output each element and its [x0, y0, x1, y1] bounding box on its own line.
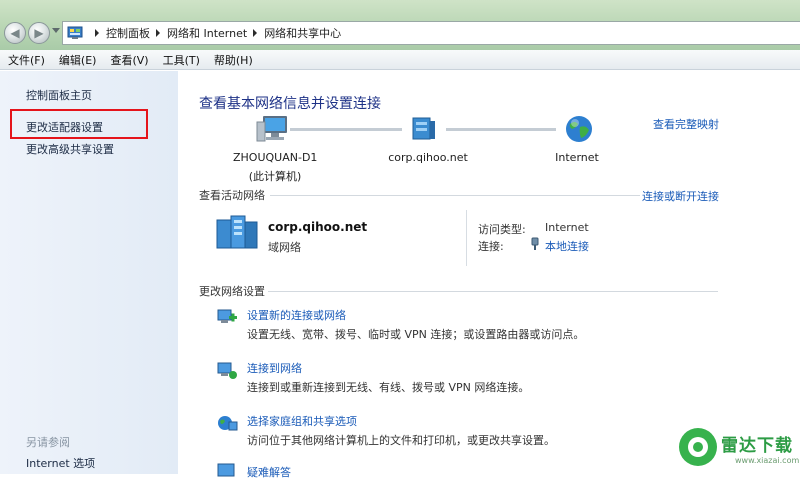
- breadcrumb-separator[interactable]: [156, 29, 160, 37]
- back-button[interactable]: ◀: [4, 22, 26, 44]
- network-icon[interactable]: [410, 115, 438, 143]
- breadcrumb-network-internet[interactable]: 网络和 Internet: [167, 25, 247, 41]
- divider: [268, 291, 718, 292]
- breadcrumb-separator[interactable]: [253, 29, 258, 37]
- menu-bar: 文件(F) 编辑(E) 查看(V) 工具(T) 帮助(H): [0, 50, 800, 70]
- breadcrumb-separator[interactable]: [95, 29, 99, 37]
- network-link-line: [290, 128, 402, 131]
- active-networks-heading: 查看活动网络: [199, 189, 265, 202]
- sidebar-item-control-panel-home[interactable]: 控制面板主页: [26, 87, 92, 103]
- menu-help[interactable]: 帮助(H): [214, 52, 253, 68]
- domain-network-icon: [216, 215, 258, 249]
- ethernet-icon: [531, 237, 539, 250]
- local-connection-link[interactable]: 本地连接: [545, 238, 589, 254]
- divider: [466, 210, 467, 266]
- watermark-name: 雷达下载: [721, 436, 793, 456]
- node-computer-name: ZHOUQUAN-D1: [233, 151, 318, 164]
- task-setup-connection-link[interactable]: 设置新的连接或网络: [247, 307, 346, 323]
- active-network-type[interactable]: 域网络: [268, 239, 301, 255]
- access-type-label: 访问类型:: [478, 223, 526, 236]
- sidebar-item-internet-options[interactable]: Internet 选项: [26, 455, 95, 471]
- breadcrumb-network-sharing-center[interactable]: 网络和共享中心: [264, 25, 341, 41]
- menu-view[interactable]: 查看(V): [110, 52, 148, 68]
- connect-disconnect-link[interactable]: 连接或断开连接: [642, 188, 719, 204]
- radar-logo-icon: [679, 428, 717, 466]
- address-bar[interactable]: 控制面板 网络和 Internet 网络和共享中心: [62, 21, 800, 45]
- task-connect-network-desc: 连接到或重新连接到无线、有线、拨号或 VPN 网络连接。: [247, 381, 530, 394]
- menu-edit[interactable]: 编辑(E): [59, 52, 97, 68]
- see-also-label: 另请参阅: [26, 436, 70, 449]
- page-title: 查看基本网络信息并设置连接: [199, 96, 381, 112]
- access-type-value: Internet: [545, 221, 589, 234]
- watermark-url: www.xiazai.com: [735, 456, 800, 465]
- main-content: 查看基本网络信息并设置连接 查看完整映射 ZHOUQUAN-D1 (此计算机) …: [178, 71, 800, 479]
- connection-label: 连接:: [478, 240, 504, 253]
- globe-icon[interactable]: [564, 114, 594, 144]
- watermark-logo: 雷达下载 www.xiazai.com: [677, 424, 800, 474]
- highlight-box: [10, 109, 148, 139]
- network-link-line: [446, 128, 556, 131]
- active-network-name: corp.qihoo.net: [268, 220, 368, 234]
- change-settings-heading: 更改网络设置: [199, 285, 265, 298]
- divider: [270, 195, 640, 196]
- task-connect-network-link[interactable]: 连接到网络: [247, 360, 302, 376]
- sidebar: 控制面板主页 更改适配器设置 更改高级共享设置 另请参阅 Internet 选项: [0, 71, 178, 474]
- menu-file[interactable]: 文件(F): [8, 52, 45, 68]
- breadcrumb: 控制面板 网络和 Internet 网络和共享中心: [89, 22, 341, 44]
- node-internet-name: Internet: [555, 151, 599, 164]
- forward-button[interactable]: ▶: [28, 22, 50, 44]
- node-computer-sub: (此计算机): [248, 170, 302, 183]
- node-network-name: corp.qihoo.net: [388, 151, 468, 164]
- recent-pages-dropdown[interactable]: [52, 28, 60, 33]
- control-panel-icon: [67, 26, 83, 39]
- breadcrumb-control-panel[interactable]: 控制面板: [106, 25, 150, 41]
- connect-network-icon[interactable]: [216, 359, 238, 381]
- task-setup-connection-desc: 设置无线、宽带、拨号、临时或 VPN 连接；或设置路由器或访问点。: [247, 328, 585, 341]
- task-homegroup-link[interactable]: 选择家庭组和共享选项: [247, 413, 357, 429]
- title-bar: ◀ ▶ 控制面板 网络和 Internet 网络和共享中心: [0, 0, 800, 50]
- troubleshoot-icon[interactable]: [216, 462, 238, 484]
- computer-icon[interactable]: [256, 114, 290, 144]
- homegroup-icon[interactable]: [216, 412, 238, 434]
- task-troubleshoot-link[interactable]: 疑难解答: [247, 464, 291, 480]
- menu-tools[interactable]: 工具(T): [163, 52, 200, 68]
- sidebar-item-change-advanced-sharing[interactable]: 更改高级共享设置: [26, 141, 114, 157]
- view-full-map-link[interactable]: 查看完整映射: [653, 116, 719, 132]
- task-homegroup-desc: 访问位于其他网络计算机上的文件和打印机，或更改共享设置。: [247, 434, 555, 447]
- new-connection-icon[interactable]: [216, 306, 238, 328]
